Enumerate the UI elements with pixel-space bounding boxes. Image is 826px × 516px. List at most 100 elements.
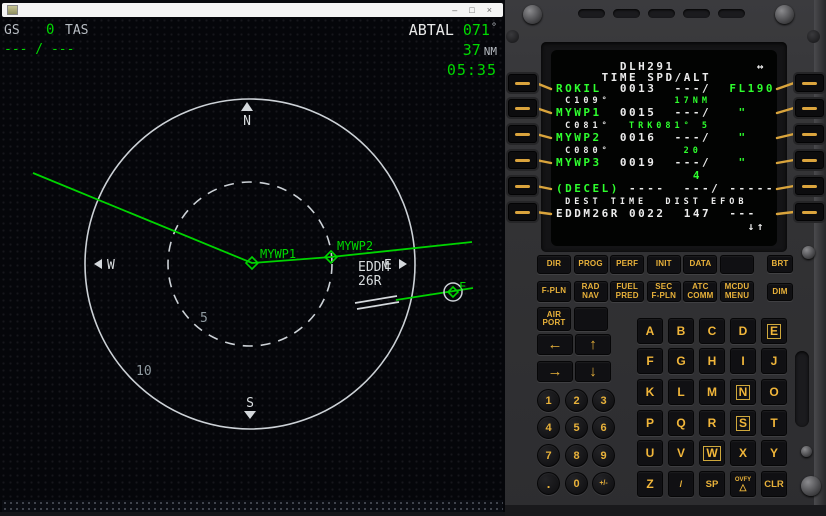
- key-init[interactable]: INIT: [646, 255, 681, 274]
- mcdu-screen-text: ---- ---/ -----: [619, 182, 775, 195]
- key-7[interactable]: 7: [537, 444, 560, 467]
- key-0[interactable]: 0: [565, 472, 588, 495]
- key-blank[interactable]: [573, 307, 608, 331]
- mcdu-screen-text: 20: [610, 146, 702, 156]
- key-k[interactable]: K: [637, 379, 663, 405]
- key-x[interactable]: X: [730, 440, 756, 466]
- key-3[interactable]: 3: [592, 389, 615, 412]
- key-9[interactable]: 9: [592, 444, 615, 467]
- lsk-right-4[interactable]: [795, 151, 824, 169]
- key-i[interactable]: I: [730, 348, 756, 374]
- key-w[interactable]: W: [699, 440, 725, 466]
- key-plus-minus[interactable]: +/-: [592, 472, 615, 495]
- screw-icon: [801, 476, 821, 496]
- mcdu-screen-line-8: C080° 20: [556, 146, 702, 156]
- key-perf[interactable]: PERF: [610, 255, 645, 274]
- lsk-left-6[interactable]: [508, 203, 537, 221]
- lsk-left-2[interactable]: [508, 99, 537, 117]
- key-s[interactable]: S: [730, 410, 756, 436]
- key-a[interactable]: A: [637, 318, 663, 344]
- maximize-button[interactable]: □: [469, 3, 474, 17]
- key-arrow-up[interactable]: ↑: [575, 334, 611, 355]
- lsk-left-4[interactable]: [508, 151, 537, 169]
- key-6[interactable]: 6: [592, 416, 615, 439]
- key-clear[interactable]: CLR: [761, 471, 787, 497]
- key-h[interactable]: H: [699, 348, 725, 374]
- lsk-right-3[interactable]: [795, 125, 824, 143]
- key-o[interactable]: O: [761, 379, 787, 405]
- wind-readout: --- / ---: [4, 42, 75, 57]
- mcdu-screen-text: TRK081° 5: [610, 121, 712, 131]
- key-t[interactable]: T: [761, 410, 787, 436]
- key-brt[interactable]: BRT: [767, 255, 793, 273]
- distance-unit: NM: [483, 45, 497, 58]
- key-p[interactable]: P: [637, 410, 663, 436]
- key-j[interactable]: J: [761, 348, 787, 374]
- key-z[interactable]: Z: [637, 471, 663, 497]
- key-air-port[interactable]: AIR PORT: [537, 307, 571, 331]
- lsk-right-6[interactable]: [795, 203, 824, 221]
- key-sec-f-pln[interactable]: SEC F-PLN: [646, 281, 681, 302]
- lsk-right-1[interactable]: [795, 74, 824, 92]
- degree-symbol: °: [490, 22, 497, 33]
- lsk-left-5[interactable]: [508, 177, 537, 195]
- minimize-button[interactable]: –: [452, 3, 457, 17]
- lsk-left-3[interactable]: [508, 125, 537, 143]
- key-l[interactable]: L: [668, 379, 694, 405]
- lsk-right-2[interactable]: [795, 99, 824, 117]
- key-m[interactable]: M: [699, 379, 725, 405]
- key-8[interactable]: 8: [565, 444, 588, 467]
- key-1[interactable]: 1: [537, 389, 560, 412]
- waypoint-label-mywp1: MYWP1: [260, 247, 296, 261]
- key-atc-comm[interactable]: ATC COMM: [683, 281, 718, 302]
- screw-icon: [775, 5, 794, 24]
- key-b[interactable]: B: [668, 318, 694, 344]
- mcdu-screen-text: ": [711, 131, 748, 144]
- key-d[interactable]: D: [730, 318, 756, 344]
- compass-south-label: S: [246, 396, 254, 411]
- tas-label: TAS: [65, 23, 89, 38]
- close-button[interactable]: ×: [487, 3, 492, 17]
- lsk-right-5[interactable]: [795, 177, 824, 195]
- key-v[interactable]: V: [668, 440, 694, 466]
- mcdu-screen-line-5: MYWP1 0015 ---/ ": [556, 106, 748, 119]
- mcdu-screen-line-9: MYWP3 0019 ---/ ": [556, 156, 748, 169]
- key-data[interactable]: DATA: [683, 255, 718, 274]
- key-y[interactable]: Y: [761, 440, 787, 466]
- nd-texture-band: [2, 500, 503, 512]
- key-c[interactable]: C: [699, 318, 725, 344]
- key-f-pln[interactable]: F-PLN: [537, 281, 571, 302]
- key-dim[interactable]: DIM: [767, 283, 793, 301]
- key-slash[interactable]: /: [668, 471, 694, 497]
- key-u[interactable]: U: [637, 440, 663, 466]
- key-r[interactable]: R: [699, 410, 725, 436]
- key-dot[interactable]: .: [537, 472, 560, 495]
- mcdu-screen-line-7: MYWP2 0016 ---/ ": [556, 131, 748, 144]
- key-arrow-down[interactable]: ↓: [575, 361, 611, 382]
- mcdu-panel: DLH291 ↔ TIME SPD/ALT ROKIL 0013 ---/ FL1…: [505, 0, 826, 516]
- key-overfly[interactable]: OVFY △: [730, 471, 756, 497]
- key-prog[interactable]: PROG: [573, 255, 608, 274]
- key-q[interactable]: Q: [668, 410, 694, 436]
- key-dir[interactable]: DIR: [537, 255, 571, 274]
- key-arrow-right[interactable]: →: [537, 361, 573, 382]
- key-fuel-pred[interactable]: FUEL PRED: [610, 281, 645, 302]
- key-arrow-left[interactable]: ←: [537, 334, 573, 355]
- mcdu-screen-text: C109°: [556, 96, 611, 106]
- key-2[interactable]: 2: [565, 389, 588, 412]
- lsk-left-1[interactable]: [508, 74, 537, 92]
- key-f[interactable]: F: [637, 348, 663, 374]
- key-rad-nav[interactable]: RAD NAV: [573, 281, 608, 302]
- key-g[interactable]: G: [668, 348, 694, 374]
- runway-ident-label: EDDM: [358, 260, 389, 275]
- key-space[interactable]: SP: [699, 471, 725, 497]
- key-4[interactable]: 4: [537, 416, 560, 439]
- nd-window: – □ × N S W E 5 10 EDDM 26R MYWP1 MYWP2 …: [0, 0, 505, 516]
- boxed-letter: N: [735, 384, 751, 400]
- speaker-slot: [718, 9, 745, 18]
- key-n[interactable]: N: [730, 379, 756, 405]
- key-blank[interactable]: [720, 255, 754, 274]
- key-e[interactable]: E: [761, 318, 787, 344]
- key-mcdu-menu[interactable]: MCDU MENU: [720, 281, 754, 302]
- key-5[interactable]: 5: [565, 416, 588, 439]
